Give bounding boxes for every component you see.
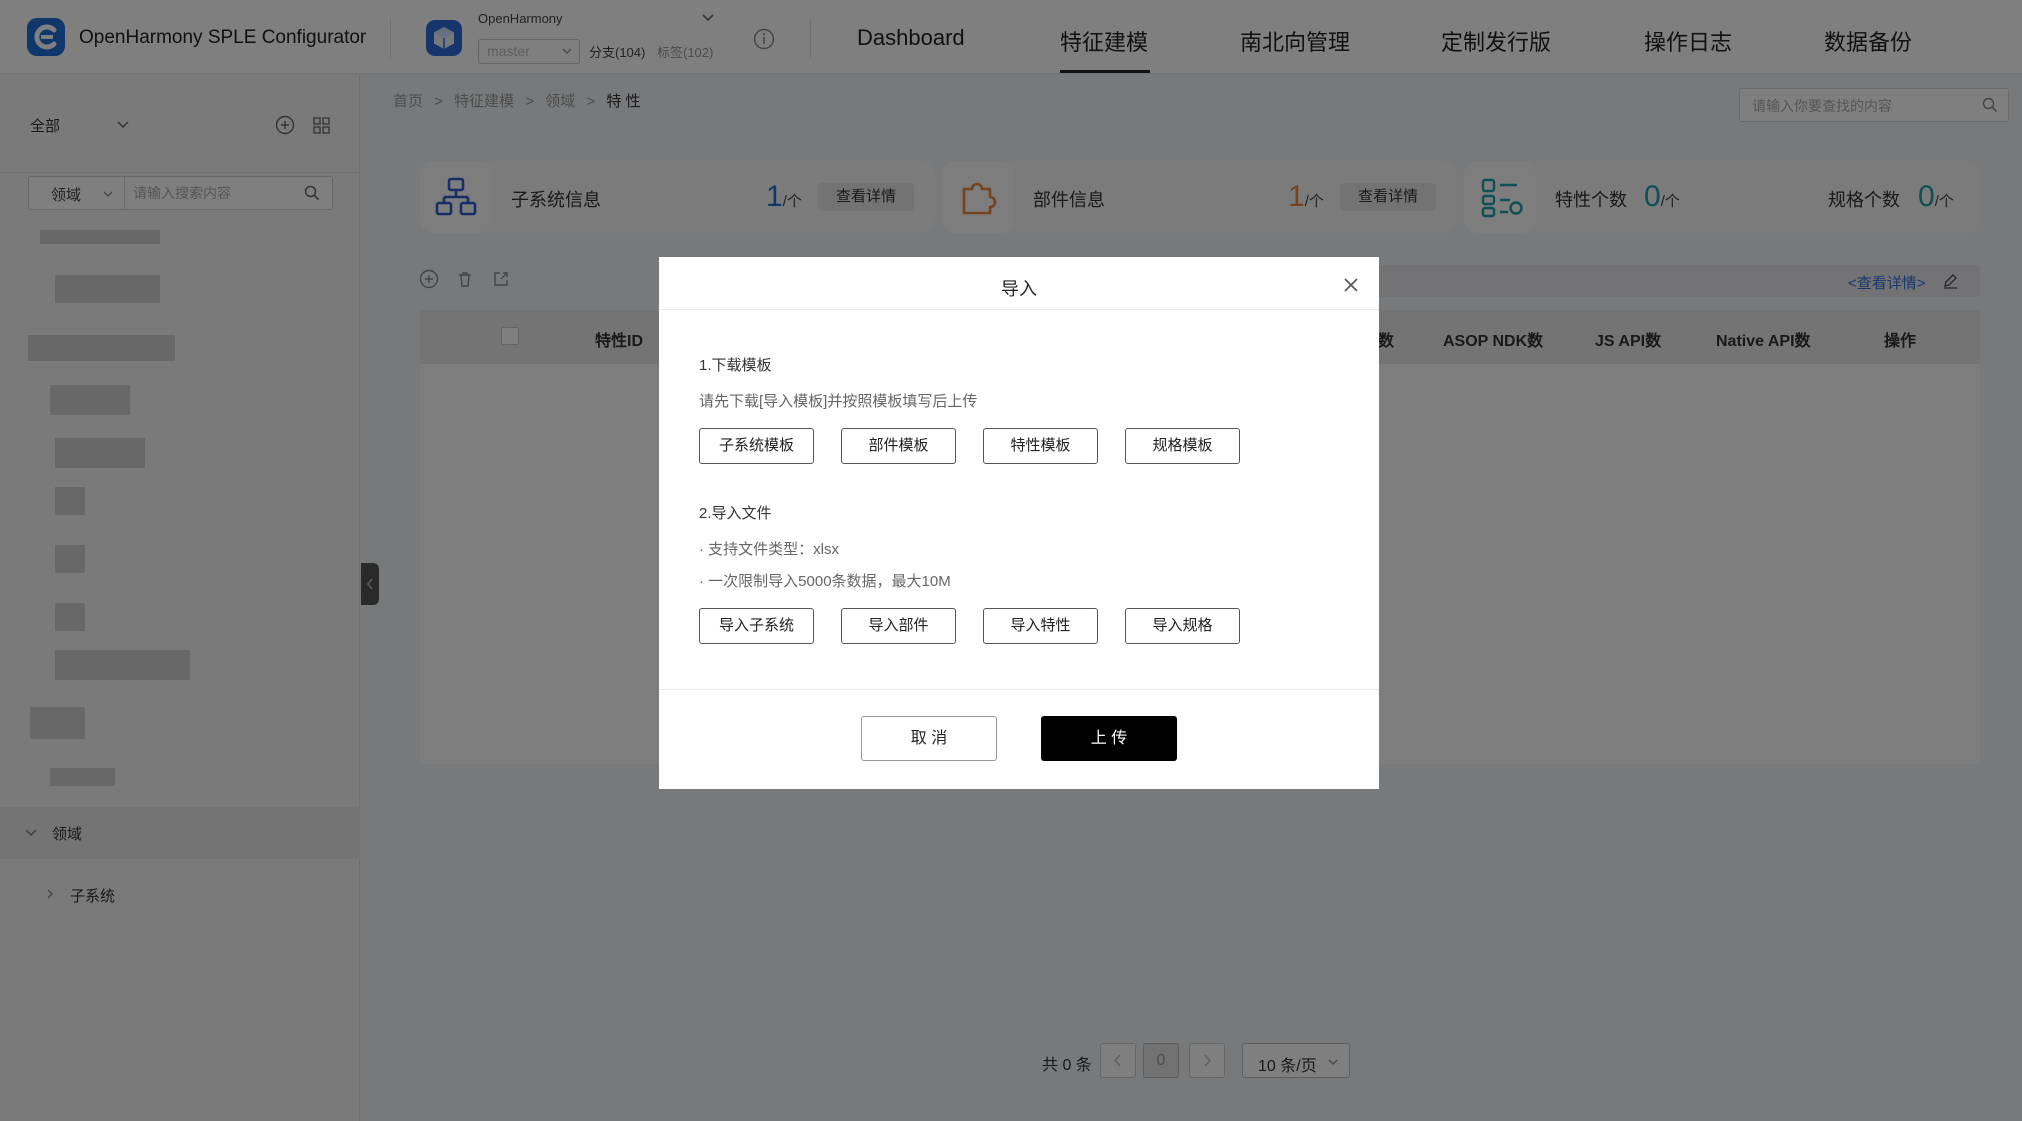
spec-template-button[interactable]: 规格模板 (1125, 428, 1240, 464)
download-template-title: 1.下载模板 (699, 357, 772, 374)
file-type-note: · 支持文件类型：xlsx (699, 541, 839, 558)
import-subsystem-button[interactable]: 导入子系统 (699, 608, 814, 644)
import-file-title: 2.导入文件 (699, 505, 772, 522)
template-buttons: 子系统模板 部件模板 特性模板 规格模板 (699, 428, 1259, 464)
component-template-button[interactable]: 部件模板 (841, 428, 956, 464)
dialog-title: 导入 (1001, 279, 1037, 299)
import-dialog: 导入 1.下载模板 请先下载[导入模板]并按照模板填写后上传 子系统模板 部件模… (659, 257, 1379, 789)
divider (659, 309, 1379, 310)
import-feature-button[interactable]: 导入特性 (983, 608, 1098, 644)
download-template-hint: 请先下载[导入模板]并按照模板填写后上传 (699, 393, 978, 410)
import-component-button[interactable]: 导入部件 (841, 608, 956, 644)
file-limit-note: · 一次限制导入5000条数据，最大10M (699, 573, 951, 590)
close-icon[interactable] (1341, 275, 1361, 295)
cancel-button[interactable]: 取 消 (861, 716, 997, 761)
divider (659, 689, 1379, 690)
subsystem-template-button[interactable]: 子系统模板 (699, 428, 814, 464)
import-buttons: 导入子系统 导入部件 导入特性 导入规格 (699, 608, 1259, 644)
feature-template-button[interactable]: 特性模板 (983, 428, 1098, 464)
import-spec-button[interactable]: 导入规格 (1125, 608, 1240, 644)
upload-button[interactable]: 上 传 (1041, 716, 1177, 761)
